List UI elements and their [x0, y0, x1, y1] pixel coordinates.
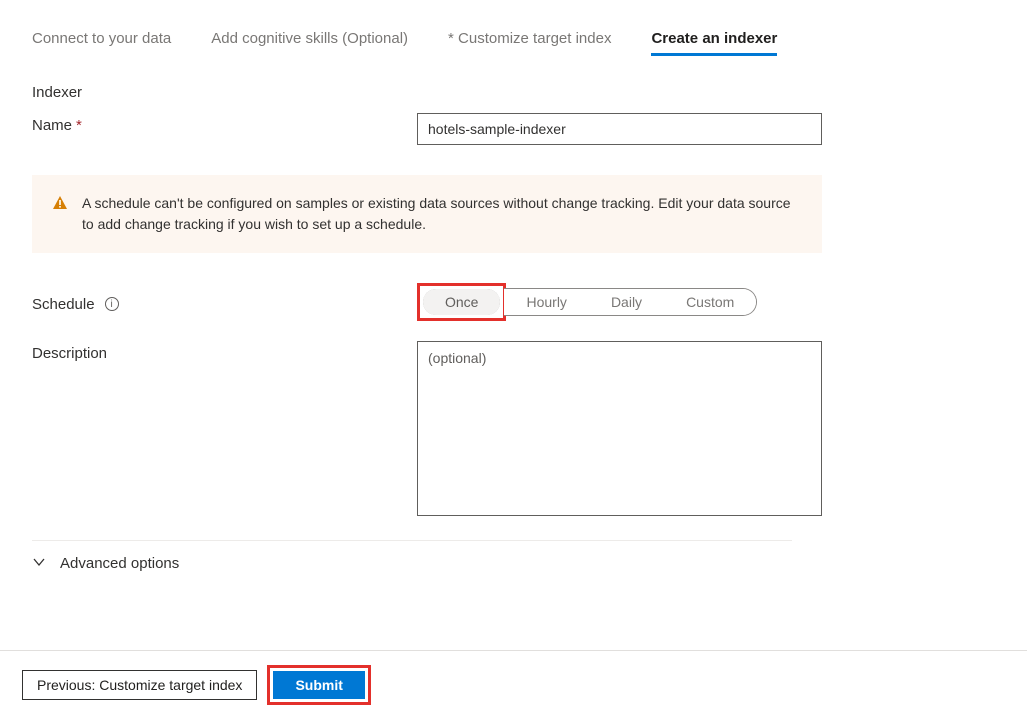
schedule-option-once[interactable]: Once: [423, 289, 500, 315]
description-textarea[interactable]: [417, 341, 822, 516]
info-icon[interactable]: i: [105, 297, 119, 311]
schedule-warning: A schedule can't be configured on sample…: [32, 175, 822, 253]
schedule-highlight-box: Once: [417, 283, 506, 321]
schedule-label: Schedule i: [32, 292, 417, 313]
schedule-label-text: Schedule: [32, 296, 95, 313]
tab-create-indexer[interactable]: Create an indexer: [651, 30, 777, 56]
schedule-option-hourly[interactable]: Hourly: [504, 289, 588, 315]
previous-button[interactable]: Previous: Customize target index: [22, 670, 257, 700]
name-label: Name *: [32, 113, 417, 134]
submit-highlight-box: Submit: [267, 665, 370, 705]
description-label: Description: [32, 341, 417, 362]
warning-icon: [52, 195, 68, 214]
schedule-option-custom[interactable]: Custom: [664, 289, 756, 315]
warning-text: A schedule can't be configured on sample…: [82, 193, 802, 235]
schedule-pill-group: Once: [423, 289, 500, 315]
tab-cognitive-skills[interactable]: Add cognitive skills (Optional): [211, 30, 408, 56]
schedule-pill-group-rest: Hourly Daily Custom: [504, 288, 757, 316]
tab-customize-index[interactable]: * Customize target index: [448, 30, 611, 56]
name-label-text: Name: [32, 117, 72, 134]
section-title-indexer: Indexer: [32, 84, 995, 101]
advanced-options-label: Advanced options: [60, 555, 179, 572]
required-asterisk: *: [76, 117, 82, 134]
advanced-options-toggle[interactable]: Advanced options: [32, 540, 792, 572]
schedule-option-daily[interactable]: Daily: [589, 289, 664, 315]
chevron-down-icon: [32, 555, 46, 572]
submit-button[interactable]: Submit: [273, 671, 364, 699]
wizard-footer: Previous: Customize target index Submit: [0, 650, 1027, 719]
wizard-tabs: Connect to your data Add cognitive skill…: [32, 30, 995, 56]
tab-connect-data[interactable]: Connect to your data: [32, 30, 171, 56]
name-input[interactable]: [417, 113, 822, 145]
